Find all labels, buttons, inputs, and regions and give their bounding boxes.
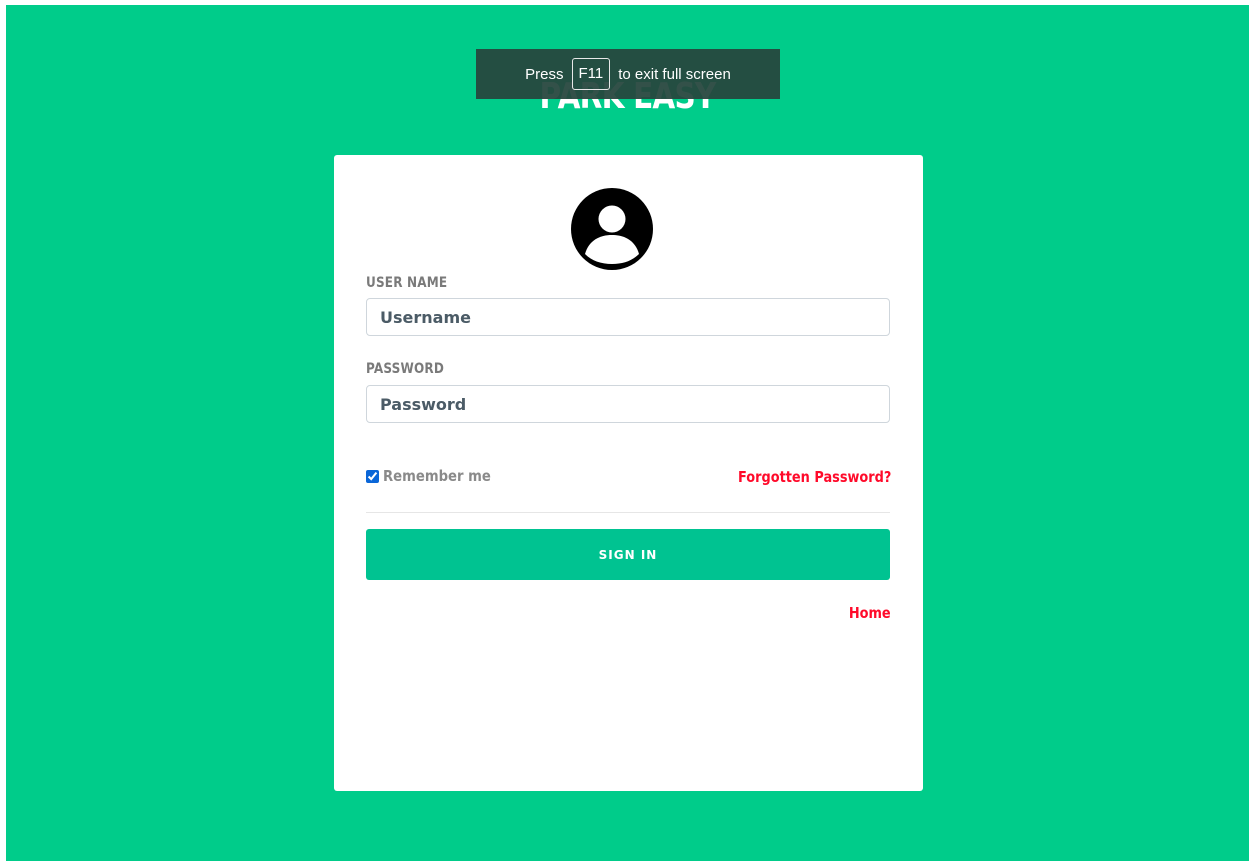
- divider: [366, 512, 890, 513]
- remember-me-group: Remember me: [366, 467, 506, 485]
- username-label: USER NAME: [366, 275, 448, 291]
- fullscreen-notice: Press F11 to exit full screen: [476, 49, 780, 99]
- page-background: PARK EASY Press F11 to exit full screen …: [6, 5, 1249, 861]
- login-card: USER NAME PASSWORD Remember me Forgotten…: [334, 155, 923, 791]
- username-input[interactable]: [366, 298, 890, 336]
- fullscreen-notice-suffix: to exit full screen: [618, 65, 731, 83]
- sign-in-button[interactable]: SIGN IN: [366, 529, 890, 580]
- forgot-password-link[interactable]: Forgotten Password?: [738, 468, 891, 486]
- user-circle-icon: [571, 188, 653, 270]
- home-link[interactable]: Home: [849, 604, 891, 622]
- remember-me-checkbox[interactable]: [366, 469, 379, 483]
- fullscreen-notice-prefix: Press: [525, 65, 564, 83]
- password-input[interactable]: [366, 385, 890, 423]
- password-label: PASSWORD: [366, 361, 445, 377]
- fullscreen-key-badge: F11: [571, 58, 611, 90]
- remember-me-label[interactable]: Remember me: [383, 467, 491, 485]
